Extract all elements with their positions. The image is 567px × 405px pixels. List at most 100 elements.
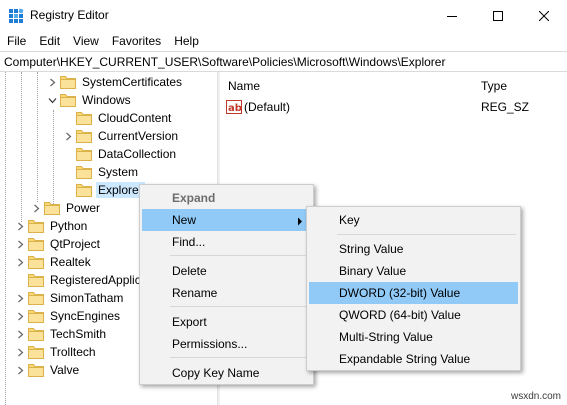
new-item-label: DWORD (32-bit) Value [339,286,461,300]
menu-help[interactable]: Help [167,31,205,51]
context-item-rename[interactable]: Rename [142,282,311,304]
context-item-permissions[interactable]: Permissions... [142,333,311,355]
tree-item-label: Trolltech [50,345,96,359]
window-title: Registry Editor [30,8,109,22]
context-item-label: New [172,213,197,227]
context-item-label: Expand [172,191,216,205]
chevron-right-icon[interactable] [14,325,26,343]
context-item-label: Find... [172,235,206,249]
menu-favorites[interactable]: Favorites [105,31,167,51]
menu-separator [337,234,516,235]
folder-icon [28,291,44,305]
chevron-right-icon[interactable] [62,127,74,145]
new-submenu: Key String Value Binary Value DWORD (32-bit… [306,206,521,371]
tree-item-registeredapplic[interactable]: RegisteredApplic [14,271,143,289]
svg-text:ab: ab [228,103,242,114]
tree-item-realtek[interactable]: Realtek [14,253,93,271]
new-item-qword-64-bit-value[interactable]: QWORD (64-bit) Value [309,304,518,326]
tree-item-simontatham[interactable]: SimonTatham [14,289,125,307]
menu-separator [170,255,309,256]
context-item-find[interactable]: Find... [142,231,311,253]
tree-connector [62,163,74,181]
context-item-label: Export [172,315,207,329]
chevron-right-icon[interactable] [14,217,26,235]
tree-guide-line [21,72,22,222]
tree-item-windows[interactable]: Windows [46,91,133,109]
new-item-key[interactable]: Key [309,209,518,231]
folder-icon [44,201,60,215]
folder-icon [28,345,44,359]
tree-connector [62,145,74,163]
menu-view[interactable]: View [66,31,105,51]
new-item-binary-value[interactable]: Binary Value [309,260,518,282]
tree-item-label: RegisteredApplic [50,273,141,287]
tree-item-qtproject[interactable]: QtProject [14,235,102,253]
maximize-icon [493,10,503,21]
tree-item-syncengines[interactable]: SyncEngines [14,307,122,325]
close-button[interactable] [521,0,567,31]
folder-icon [28,363,44,377]
tree-item-system[interactable]: System [62,163,140,181]
tree-item-systemcertificates[interactable]: SystemCertificates [46,73,184,91]
context-item-label: Delete [172,264,207,278]
value-row[interactable]: ab (Default) REG_SZ [220,98,567,116]
new-item-label: Key [339,213,360,227]
new-item-label: Binary Value [339,264,407,278]
string-value-icon: ab [226,100,242,114]
tree-item-cloudcontent[interactable]: CloudContent [62,109,173,127]
tree-item-valve[interactable]: Valve [14,361,81,379]
value-type: REG_SZ [481,100,530,114]
registry-editor-icon [8,8,24,24]
close-icon [539,10,549,21]
tree-item-label: Windows [82,93,131,107]
context-item-copy-key-name[interactable]: Copy Key Name [142,362,311,384]
tree-item-label: TechSmith [50,327,107,341]
folder-icon [28,237,44,251]
chevron-right-icon[interactable] [14,253,26,271]
maximize-button[interactable] [475,0,521,31]
context-item-export[interactable]: Export [142,311,311,333]
tree-item-label: Power [66,201,101,215]
address-bar[interactable]: Computer\HKEY_CURRENT_USER\Software\Poli… [0,51,567,72]
chevron-right-icon[interactable] [14,361,26,379]
chevron-right-icon[interactable] [14,307,26,325]
chevron-right-icon[interactable] [14,289,26,307]
folder-icon [76,129,92,143]
new-item-multi-string-value[interactable]: Multi-String Value [309,326,518,348]
menu-edit[interactable]: Edit [32,31,66,51]
context-item-label: Rename [172,286,218,300]
chevron-right-icon[interactable] [46,73,58,91]
tree-item-currentversion[interactable]: CurrentVersion [62,127,180,145]
new-item-dword-32-bit-value[interactable]: DWORD (32-bit) Value [309,282,518,304]
menu-separator [170,357,309,358]
column-header-name[interactable]: Name [220,72,260,98]
menu-separator [170,306,309,307]
tree-item-label: Valve [50,363,80,377]
chevron-down-icon[interactable] [46,91,58,109]
chevron-right-icon[interactable] [14,343,26,361]
column-header-type[interactable]: Type [473,72,507,98]
context-item-new[interactable]: New [142,209,311,231]
chevron-right-icon[interactable] [30,199,42,217]
folder-icon [76,165,92,179]
tree-item-python[interactable]: Python [14,217,89,235]
tree-item-trolltech[interactable]: Trolltech [14,343,98,361]
chevron-right-icon[interactable] [14,235,26,253]
tree-connector [62,181,74,199]
menu-file[interactable]: File [0,31,32,51]
tree-item-datacollection[interactable]: DataCollection [62,145,178,163]
new-item-string-value[interactable]: String Value [309,238,518,260]
minimize-icon [447,11,457,21]
new-item-label: String Value [339,242,404,256]
folder-icon [76,111,92,125]
tree-item-techsmith[interactable]: TechSmith [14,325,108,343]
folder-icon [28,309,44,323]
context-item-delete[interactable]: Delete [142,260,311,282]
minimize-button[interactable] [429,0,475,31]
tree-item-power[interactable]: Power [30,199,102,217]
tree-item-label: CurrentVersion [98,129,179,143]
menu-bar: File Edit View Favorites Help [0,31,567,51]
tree-item-explorer[interactable]: Explorer [62,181,145,199]
address-path[interactable]: Computer\HKEY_CURRENT_USER\Software\Poli… [4,55,445,69]
new-item-expandable-string-value[interactable]: Expandable String Value [309,348,518,370]
